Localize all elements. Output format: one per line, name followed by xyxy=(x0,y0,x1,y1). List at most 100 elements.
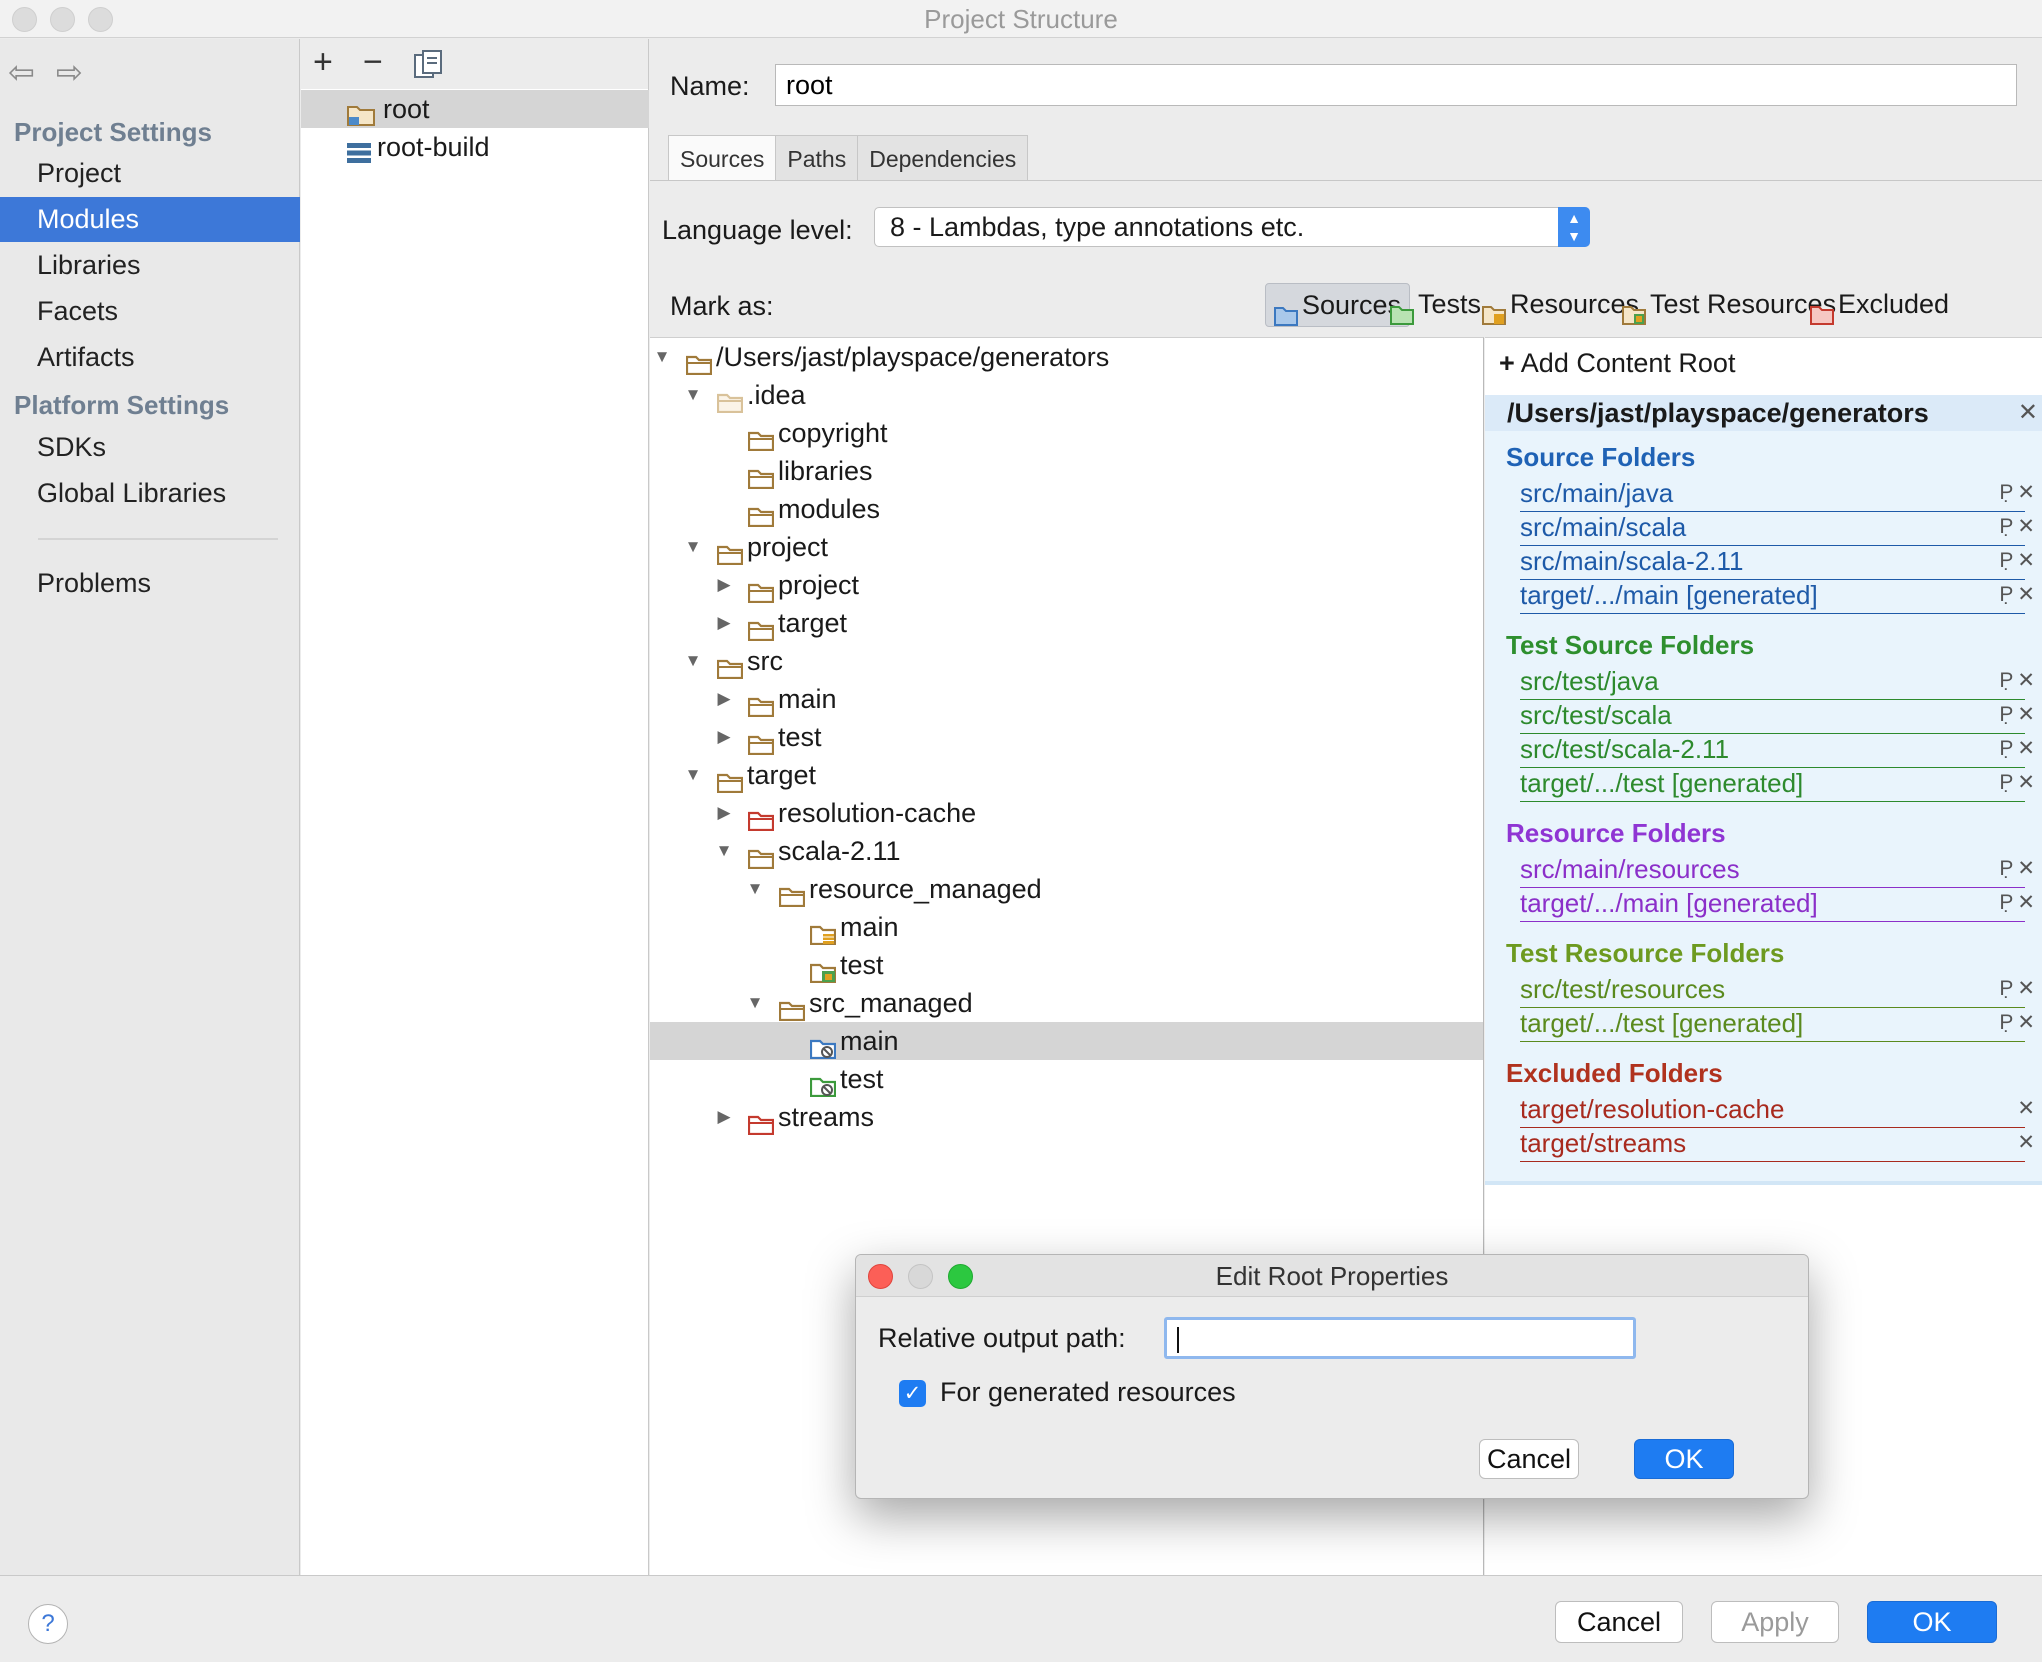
collapsed-arrow-icon[interactable]: ▶ xyxy=(714,680,734,718)
sidebar-item-facets[interactable]: Facets xyxy=(0,289,300,334)
edit-properties-icon[interactable]: P̣ xyxy=(1997,549,2015,572)
expanded-arrow-icon[interactable]: ▼ xyxy=(652,338,672,376)
back-arrow-icon[interactable]: ⇦ xyxy=(8,53,35,91)
mark-tests-button[interactable]: Tests xyxy=(1382,283,1489,327)
source-folders-item[interactable]: target/.../main [generated]P̣✕ xyxy=(1520,580,2025,614)
edit-properties-icon[interactable]: P̣ xyxy=(1997,669,2015,692)
remove-folder-icon[interactable]: ✕ xyxy=(2015,549,2037,572)
ok-button[interactable]: OK xyxy=(1867,1601,1997,1643)
select-stepper-icon[interactable]: ▲▼ xyxy=(1558,207,1590,247)
tree-node[interactable]: test xyxy=(650,946,1484,984)
relative-output-path-input[interactable] xyxy=(1164,1317,1636,1359)
tree-node[interactable]: ▼src xyxy=(650,642,1484,680)
tree-node[interactable]: copyright xyxy=(650,414,1484,452)
sidebar-item-problems[interactable]: Problems xyxy=(0,561,300,606)
remove-folder-icon[interactable]: ✕ xyxy=(2015,515,2037,538)
edit-properties-icon[interactable]: P̣ xyxy=(1997,703,2015,726)
dialog-close-button[interactable] xyxy=(868,1264,893,1289)
remove-folder-icon[interactable]: ✕ xyxy=(2015,1097,2037,1120)
tree-node[interactable]: libraries xyxy=(650,452,1484,490)
expanded-arrow-icon[interactable]: ▼ xyxy=(683,642,703,680)
edit-properties-icon[interactable]: P̣ xyxy=(1997,891,2015,914)
for-generated-resources-checkbox[interactable]: ✓ xyxy=(899,1380,926,1407)
edit-properties-icon[interactable]: P̣ xyxy=(1997,583,2015,606)
collapsed-arrow-icon[interactable]: ▶ xyxy=(714,1098,734,1136)
forward-arrow-icon[interactable]: ⇨ xyxy=(56,53,83,91)
tree-node[interactable]: ▼.idea xyxy=(650,376,1484,414)
resource-folders-item[interactable]: src/main/resourcesP̣✕ xyxy=(1520,854,2025,888)
remove-folder-icon[interactable]: ✕ xyxy=(2015,703,2037,726)
help-button[interactable]: ? xyxy=(28,1604,68,1644)
tree-node[interactable]: ▼src_managed xyxy=(650,984,1484,1022)
add-content-root-button[interactable]: + Add Content Root xyxy=(1499,348,1735,379)
remove-module-button[interactable]: − xyxy=(363,43,383,82)
test-source-folders-item[interactable]: src/test/scala-2.11P̣✕ xyxy=(1520,734,2025,768)
remove-content-root-icon[interactable]: ✕ xyxy=(2018,395,2038,431)
sidebar-item-libraries[interactable]: Libraries xyxy=(0,243,300,288)
source-folders-item[interactable]: src/main/scala-2.11P̣✕ xyxy=(1520,546,2025,580)
expanded-arrow-icon[interactable]: ▼ xyxy=(683,528,703,566)
tree-node[interactable]: test xyxy=(650,1060,1484,1098)
tree-node[interactable]: main xyxy=(650,908,1484,946)
source-folders-item[interactable]: src/main/javaP̣✕ xyxy=(1520,478,2025,512)
test-resource-folders-item[interactable]: src/test/resourcesP̣✕ xyxy=(1520,974,2025,1008)
remove-folder-icon[interactable]: ✕ xyxy=(2015,737,2037,760)
tab-dependencies[interactable]: Dependencies xyxy=(857,135,1028,181)
excluded-folders-item[interactable]: target/resolution-cache✕ xyxy=(1520,1094,2025,1128)
expanded-arrow-icon[interactable]: ▼ xyxy=(714,832,734,870)
remove-folder-icon[interactable]: ✕ xyxy=(2015,771,2037,794)
test-source-folders-item[interactable]: src/test/scalaP̣✕ xyxy=(1520,700,2025,734)
remove-folder-icon[interactable]: ✕ xyxy=(2015,669,2037,692)
tree-node[interactable]: ▼/Users/jast/playspace/generators xyxy=(650,338,1484,376)
mark-excluded-button[interactable]: Excluded xyxy=(1802,283,1957,327)
remove-folder-icon[interactable]: ✕ xyxy=(2015,1011,2037,1034)
source-folders-item[interactable]: src/main/scalaP̣✕ xyxy=(1520,512,2025,546)
tree-node[interactable]: ▼resource_managed xyxy=(650,870,1484,908)
dialog-minimize-button[interactable] xyxy=(908,1264,933,1289)
dialog-cancel-button[interactable]: Cancel xyxy=(1479,1439,1579,1479)
remove-folder-icon[interactable]: ✕ xyxy=(2015,977,2037,1000)
edit-properties-icon[interactable]: P̣ xyxy=(1997,977,2015,1000)
edit-properties-icon[interactable]: P̣ xyxy=(1997,771,2015,794)
edit-properties-icon[interactable]: P̣ xyxy=(1997,857,2015,880)
expanded-arrow-icon[interactable]: ▼ xyxy=(683,376,703,414)
resource-folders-item[interactable]: target/.../main [generated]P̣✕ xyxy=(1520,888,2025,922)
remove-folder-icon[interactable]: ✕ xyxy=(2015,481,2037,504)
tree-node[interactable]: ▼project xyxy=(650,528,1484,566)
apply-button[interactable]: Apply xyxy=(1711,1601,1839,1643)
sidebar-item-global-libraries[interactable]: Global Libraries xyxy=(0,471,300,516)
collapsed-arrow-icon[interactable]: ▶ xyxy=(714,604,734,642)
tree-node[interactable]: main xyxy=(650,1022,1484,1060)
expanded-arrow-icon[interactable]: ▼ xyxy=(683,756,703,794)
tree-node[interactable]: ▼scala-2.11 xyxy=(650,832,1484,870)
copy-module-icon[interactable] xyxy=(413,49,443,90)
expanded-arrow-icon[interactable]: ▼ xyxy=(745,984,765,1022)
edit-properties-icon[interactable]: P̣ xyxy=(1997,737,2015,760)
tree-node[interactable]: ▶streams xyxy=(650,1098,1484,1136)
remove-folder-icon[interactable]: ✕ xyxy=(2015,583,2037,606)
tree-node[interactable]: ▶test xyxy=(650,718,1484,756)
cancel-button[interactable]: Cancel xyxy=(1555,1601,1683,1643)
tree-node[interactable]: ▶main xyxy=(650,680,1484,718)
test-source-folders-item[interactable]: target/.../test [generated]P̣✕ xyxy=(1520,768,2025,802)
sidebar-item-artifacts[interactable]: Artifacts xyxy=(0,335,300,380)
remove-folder-icon[interactable]: ✕ xyxy=(2015,1131,2037,1154)
tree-node[interactable]: ▶target xyxy=(650,604,1484,642)
edit-properties-icon[interactable]: P̣ xyxy=(1997,515,2015,538)
expanded-arrow-icon[interactable]: ▼ xyxy=(745,870,765,908)
test-source-folders-item[interactable]: src/test/javaP̣✕ xyxy=(1520,666,2025,700)
module-name-input[interactable] xyxy=(775,64,2017,106)
collapsed-arrow-icon[interactable]: ▶ xyxy=(714,566,734,604)
remove-folder-icon[interactable]: ✕ xyxy=(2015,857,2037,880)
remove-folder-icon[interactable]: ✕ xyxy=(2015,891,2037,914)
dialog-zoom-button[interactable] xyxy=(948,1264,973,1289)
module-item-root-build[interactable]: root-build xyxy=(301,128,649,166)
collapsed-arrow-icon[interactable]: ▶ xyxy=(714,718,734,756)
tree-node[interactable]: ▶project xyxy=(650,566,1484,604)
sidebar-item-project[interactable]: Project xyxy=(0,151,300,196)
edit-properties-icon[interactable]: P̣ xyxy=(1997,481,2015,504)
edit-properties-icon[interactable]: P̣ xyxy=(1997,1011,2015,1034)
test-resource-folders-item[interactable]: target/.../test [generated]P̣✕ xyxy=(1520,1008,2025,1042)
sidebar-item-sdks[interactable]: SDKs xyxy=(0,425,300,470)
tree-node[interactable]: modules xyxy=(650,490,1484,528)
